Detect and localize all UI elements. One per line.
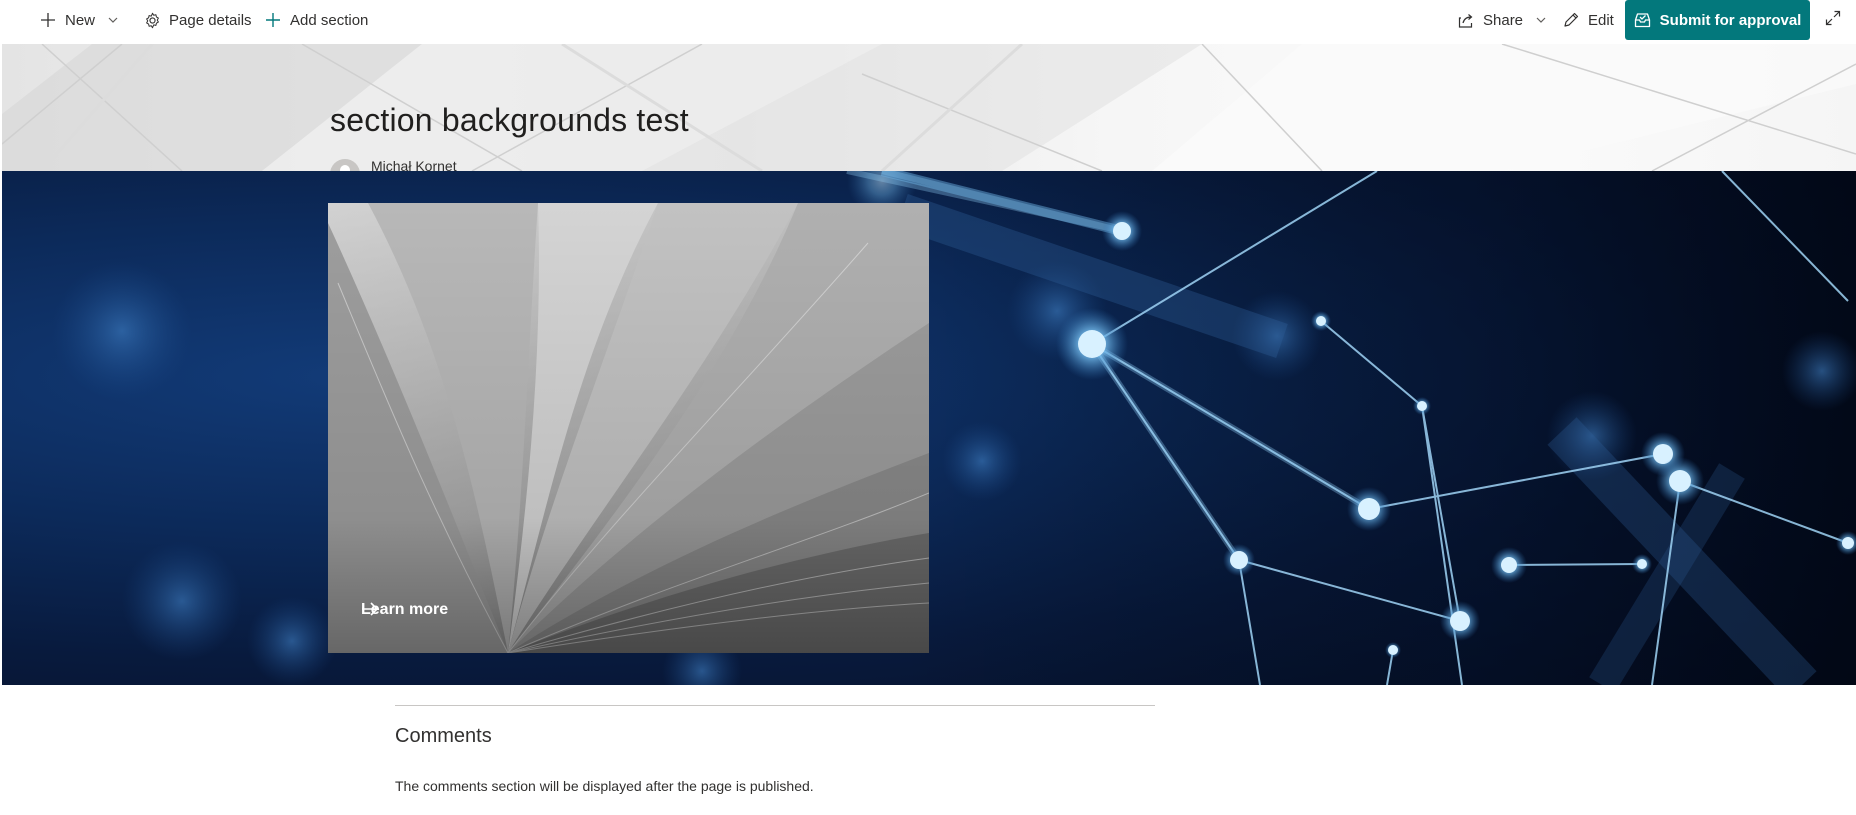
expand-icon [1825, 10, 1841, 31]
add-section-label: Add section [290, 11, 369, 29]
title-region: section backgrounds test Michał Kornet [2, 44, 1856, 171]
network-background-image [52, 171, 1856, 685]
gear-icon [143, 11, 161, 29]
author-name[interactable]: Michał Kornet [371, 158, 457, 171]
submit-for-approval-button[interactable]: Submit for approval [1625, 0, 1810, 40]
share-icon [1457, 11, 1475, 29]
title-background-image [2, 44, 1856, 171]
edit-button-label: Edit [1588, 11, 1614, 29]
page-title: section backgrounds test [330, 102, 689, 138]
edit-button[interactable]: Edit [1562, 0, 1614, 40]
new-button-label: New [65, 11, 96, 29]
comments-note: The comments section will be displayed a… [395, 778, 814, 794]
comments-heading: Comments [395, 725, 492, 747]
pencil-icon [1562, 11, 1580, 29]
add-section-button[interactable]: Add section [264, 0, 368, 40]
comments-divider [395, 705, 1155, 706]
page-details-button[interactable]: Page details [143, 0, 252, 40]
plus-icon [39, 11, 57, 29]
share-button-label: Share [1483, 11, 1524, 29]
expand-button[interactable] [1822, 9, 1844, 31]
plus-icon [264, 11, 282, 29]
chevron-down-icon [1535, 14, 1547, 26]
book-pages-image [328, 203, 929, 653]
avatar[interactable] [330, 159, 360, 171]
command-bar: New Page details Add section Share Edit … [0, 0, 1856, 44]
new-button[interactable]: New [39, 0, 119, 40]
inbox-check-icon [1634, 12, 1651, 28]
share-button[interactable]: Share [1457, 0, 1547, 40]
chevron-down-icon [107, 14, 119, 26]
submit-button-label: Submit for approval [1659, 11, 1802, 29]
hero-section: Learn more [2, 171, 1856, 685]
page-details-label: Page details [169, 11, 252, 29]
learn-more-link[interactable]: Learn more [361, 601, 454, 619]
hero-tile[interactable]: Learn more [328, 203, 929, 653]
author-byline: Michał Kornet [330, 157, 457, 171]
